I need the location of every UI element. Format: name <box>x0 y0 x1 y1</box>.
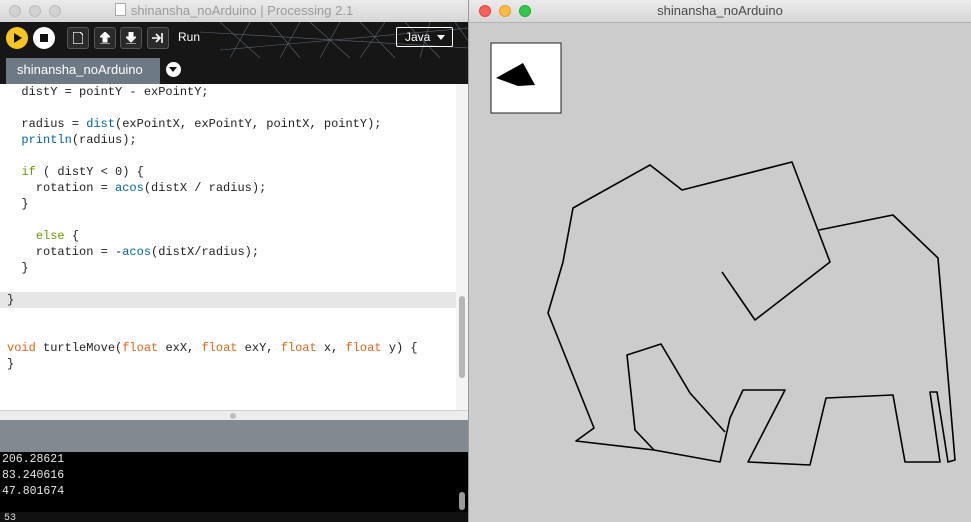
console-scrollbar-thumb[interactable] <box>459 492 465 510</box>
code-line: } <box>7 357 15 371</box>
code-line: } <box>7 197 29 211</box>
run-label: Run <box>178 30 201 44</box>
save-icon <box>124 31 138 45</box>
run-button[interactable] <box>6 27 28 49</box>
elephant-drawing <box>547 161 956 466</box>
code-line: void turtleMove(float exX, float exY, fl… <box>7 341 418 355</box>
editor-scrollbar[interactable] <box>456 84 468 410</box>
new-sketch-button[interactable] <box>67 27 89 49</box>
code-line: if ( distY < 0) { <box>21 165 144 179</box>
editor-tab-row: shinansha_noArduino <box>0 58 468 84</box>
tab-sketch[interactable]: shinansha_noArduino <box>6 58 160 84</box>
code-line: radius = dist(exPointX, exPointY, pointX… <box>7 117 382 131</box>
sketch-window-title: shinansha_noArduino <box>657 3 783 18</box>
document-icon <box>114 3 126 16</box>
console-line: 47.801674 <box>2 485 65 498</box>
code-editor[interactable]: distY = pointY - exPointY; radius = dist… <box>0 84 456 410</box>
mode-selector-value: Java <box>405 30 431 44</box>
console-scrollbar[interactable] <box>456 452 468 512</box>
message-area <box>0 420 468 452</box>
sketch-canvas[interactable] <box>469 22 971 522</box>
new-icon <box>72 31 84 45</box>
tab-menu-button[interactable] <box>166 62 181 77</box>
divider-handle[interactable] <box>230 413 236 419</box>
code-line: distY = pointY - exPointY; <box>7 85 209 99</box>
code-line: rotation = acos(distX / radius); <box>7 181 267 195</box>
run-icon <box>14 33 22 43</box>
console-line: 83.240616 <box>2 469 65 482</box>
code-line: } <box>0 292 456 308</box>
sketch-titlebar: shinansha_noArduino <box>469 0 971 23</box>
open-icon <box>98 31 112 45</box>
export-icon <box>152 33 163 43</box>
code-text: distY = pointY - exPointY; radius = dist… <box>0 84 456 404</box>
editor-scrollbar-thumb[interactable] <box>459 296 465 378</box>
open-sketch-button[interactable] <box>94 27 116 49</box>
export-sketch-button[interactable] <box>147 27 169 49</box>
mode-selector[interactable]: Java <box>396 27 453 47</box>
ide-toolbar: Run Java <box>0 22 468 58</box>
code-line: else { <box>35 229 80 243</box>
console-line: 206.28621 <box>2 453 65 466</box>
console-output: 206.28621 83.240616 47.801674 <box>0 452 456 512</box>
stop-icon <box>40 34 48 42</box>
code-line: rotation = -acos(distX/radius); <box>7 245 260 259</box>
line-number-status: 53 <box>0 512 468 522</box>
code-line: println(radius); <box>21 133 137 147</box>
ide-titlebar: shinansha_noArduino | Processing 2.1 <box>0 0 468 23</box>
chevron-down-icon <box>437 35 445 40</box>
ide-window-title: shinansha_noArduino | Processing 2.1 <box>0 3 468 18</box>
code-line: } <box>7 261 29 275</box>
save-sketch-button[interactable] <box>120 27 142 49</box>
stop-button[interactable] <box>33 27 55 49</box>
ide-title-text: shinansha_noArduino | Processing 2.1 <box>130 3 354 18</box>
sketch-window: shinansha_noArduino <box>469 0 971 522</box>
processing-ide-window: shinansha_noArduino | Processing 2.1 Run… <box>0 0 469 522</box>
